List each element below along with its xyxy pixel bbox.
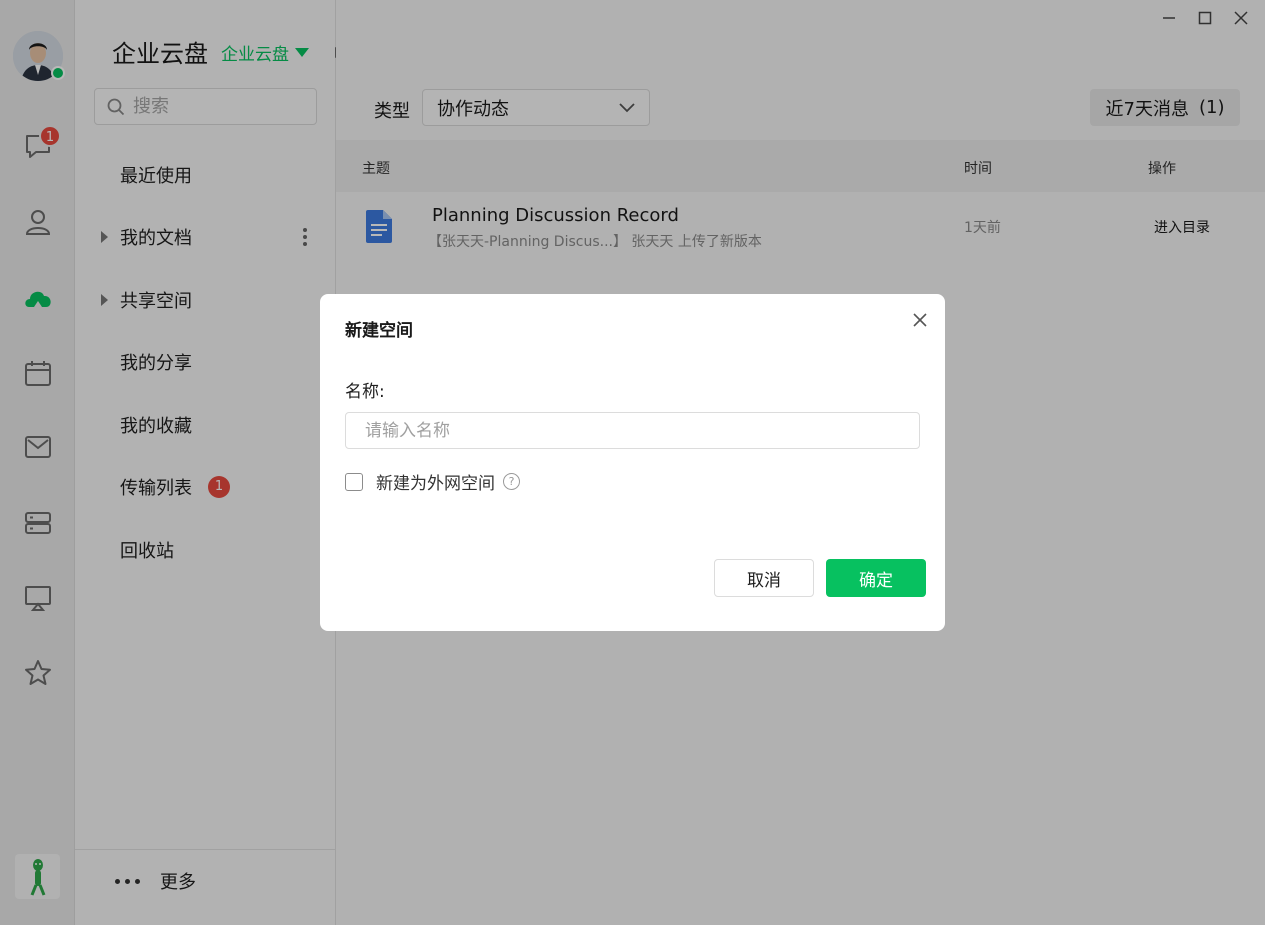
external-space-checkbox[interactable] <box>345 472 363 491</box>
cancel-button[interactable]: 取消 <box>714 559 814 597</box>
name-input[interactable] <box>345 412 920 449</box>
external-space-label: 新建为外网空间 <box>376 474 495 494</box>
close-icon[interactable] <box>909 309 931 331</box>
dialog-title: 新建空间 <box>345 321 413 341</box>
name-label: 名称: <box>345 382 385 402</box>
confirm-button[interactable]: 确定 <box>826 559 926 597</box>
help-icon[interactable]: ? <box>503 473 520 490</box>
external-space-option[interactable]: 新建为外网空间 ? <box>345 469 520 494</box>
new-space-dialog: 新建空间 名称: 新建为外网空间 ? 取消 确定 <box>320 294 945 631</box>
